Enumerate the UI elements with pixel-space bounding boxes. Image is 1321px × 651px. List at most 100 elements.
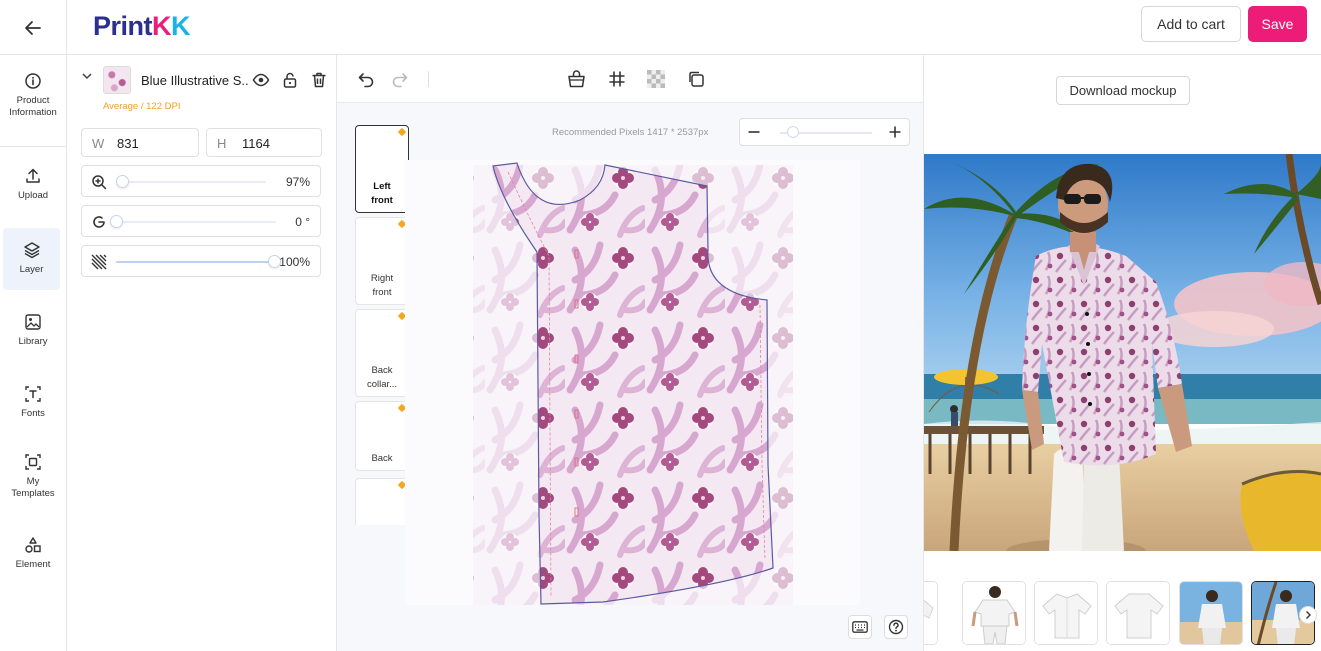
layer-thumbnail [103, 66, 131, 94]
mockup-thumbnail[interactable] [924, 581, 938, 645]
grid-icon [609, 71, 625, 87]
opacity-slider[interactable]: 100% [81, 245, 321, 277]
opacity-value: 100% [279, 255, 310, 269]
nav-label: Element [15, 559, 51, 570]
arrow-left-icon [25, 20, 41, 35]
scale-slider[interactable]: 97% [81, 165, 321, 197]
info-icon [25, 73, 41, 89]
template-icon [25, 454, 41, 470]
design-editor: Recommended Pixels 1417 * 2537px Left fr… [337, 55, 924, 651]
mockup-thumbnails [924, 581, 1321, 647]
nav-fonts[interactable]: Fonts [0, 385, 66, 420]
save-button[interactable]: Save [1248, 6, 1307, 42]
part-right-front[interactable]: Right front [355, 217, 409, 305]
nav-element[interactable]: Element [0, 536, 66, 571]
slider-track [116, 221, 276, 223]
zoom-out-button[interactable] [740, 119, 768, 145]
mockup-thumbnail[interactable] [1179, 581, 1243, 645]
question-icon [888, 619, 904, 635]
rotation-value: 0 ° [295, 215, 310, 229]
part-next[interactable] [355, 478, 409, 525]
nav-label: Fonts [21, 408, 45, 419]
canvas-zoom-control [739, 118, 910, 146]
unlock-icon[interactable] [281, 71, 299, 89]
logo: Print K K [93, 11, 191, 42]
zoom-in-button[interactable] [881, 119, 909, 145]
trash-icon[interactable] [310, 71, 328, 89]
slider-handle[interactable] [110, 215, 123, 228]
editor-toolbar [337, 55, 923, 103]
chevron-down-icon[interactable] [81, 69, 93, 87]
help-button[interactable] [884, 615, 908, 639]
image-icon [25, 314, 41, 330]
grid-button[interactable] [607, 69, 627, 89]
part-label: Back [371, 453, 393, 464]
part-back[interactable]: Back [355, 401, 409, 471]
layer-item[interactable]: Blue Illustrative S... Average / 122 DPI [67, 55, 337, 115]
logo-print: Print [93, 11, 153, 41]
nav-label: Upload [17, 190, 49, 201]
logo-k2: K [171, 11, 191, 41]
eye-icon[interactable] [252, 71, 270, 89]
add-to-cart-button[interactable]: Add to cart [1141, 6, 1241, 42]
mockup-thumbnail[interactable] [962, 581, 1026, 645]
height-key: H [217, 136, 227, 151]
width-value[interactable]: 831 [117, 136, 139, 151]
part-back-collar[interactable]: Back collar... [355, 309, 409, 397]
undo-icon [358, 73, 374, 88]
slider-handle[interactable] [116, 175, 129, 188]
nav-label: Product Information [9, 95, 57, 118]
recommended-pixels: Recommended Pixels 1417 * 2537px [552, 127, 709, 138]
text-icon [25, 386, 41, 402]
design-canvas[interactable] [405, 160, 860, 605]
chevron-right-icon [1306, 611, 1311, 619]
duplicate-button[interactable] [686, 69, 706, 89]
part-left-front[interactable]: Left front [355, 125, 409, 213]
nav-library[interactable]: Library [0, 313, 66, 348]
slider-track [118, 181, 266, 183]
nav-label: Library [18, 336, 48, 347]
height-field[interactable]: H 1164 [206, 128, 322, 157]
zoom-in-icon [90, 173, 108, 191]
mockup-photo [924, 154, 1321, 551]
nav-label: Layer [19, 264, 44, 275]
shapes-icon [25, 537, 41, 553]
layers-icon [23, 242, 40, 259]
thumbnails-next-button[interactable] [1299, 606, 1317, 624]
mockup-thumbnail[interactable] [1034, 581, 1098, 645]
zoom-handle[interactable] [787, 126, 799, 138]
divider [428, 71, 429, 87]
part-label: Right front [370, 273, 394, 298]
logo-k1: K [152, 11, 172, 41]
upload-icon [26, 168, 40, 183]
minus-icon [748, 131, 760, 133]
mockup-thumbnail[interactable] [1106, 581, 1170, 645]
part-label: Left front [371, 181, 393, 206]
nav-product-information[interactable]: Product Information [0, 72, 66, 119]
nav-my-templates[interactable]: My Templates [0, 453, 66, 500]
download-mockup-button[interactable]: Download mockup [1056, 76, 1190, 105]
pattern-artwork [473, 162, 793, 605]
transparency-button[interactable] [646, 69, 666, 89]
undo-button[interactable] [356, 69, 376, 89]
slider-fill [116, 261, 274, 263]
dpi-warning: Average / 122 DPI [103, 101, 181, 112]
plus-icon [889, 126, 901, 138]
nav-upload[interactable]: Upload [0, 167, 66, 202]
basket-icon [567, 69, 585, 87]
redo-button[interactable] [390, 69, 410, 89]
garment-parts-list: Left front Right front Back collar... Ba… [355, 125, 411, 525]
back-button[interactable] [0, 0, 67, 55]
width-field[interactable]: W 831 [81, 128, 199, 157]
rotate-icon [90, 213, 108, 231]
keyboard-shortcuts-button[interactable] [848, 615, 872, 639]
left-nav: Product Information Upload Layer Library… [0, 55, 67, 651]
height-value[interactable]: 1164 [242, 136, 270, 151]
nav-layer[interactable]: Layer [3, 228, 60, 290]
redo-icon [392, 73, 408, 88]
rotation-slider[interactable]: 0 ° [81, 205, 321, 237]
copy-icon [689, 71, 704, 87]
product-button[interactable] [566, 69, 586, 89]
mockup-panel: Download mockup [924, 55, 1321, 651]
top-header: Print K K Add to cart Save [0, 0, 1321, 55]
